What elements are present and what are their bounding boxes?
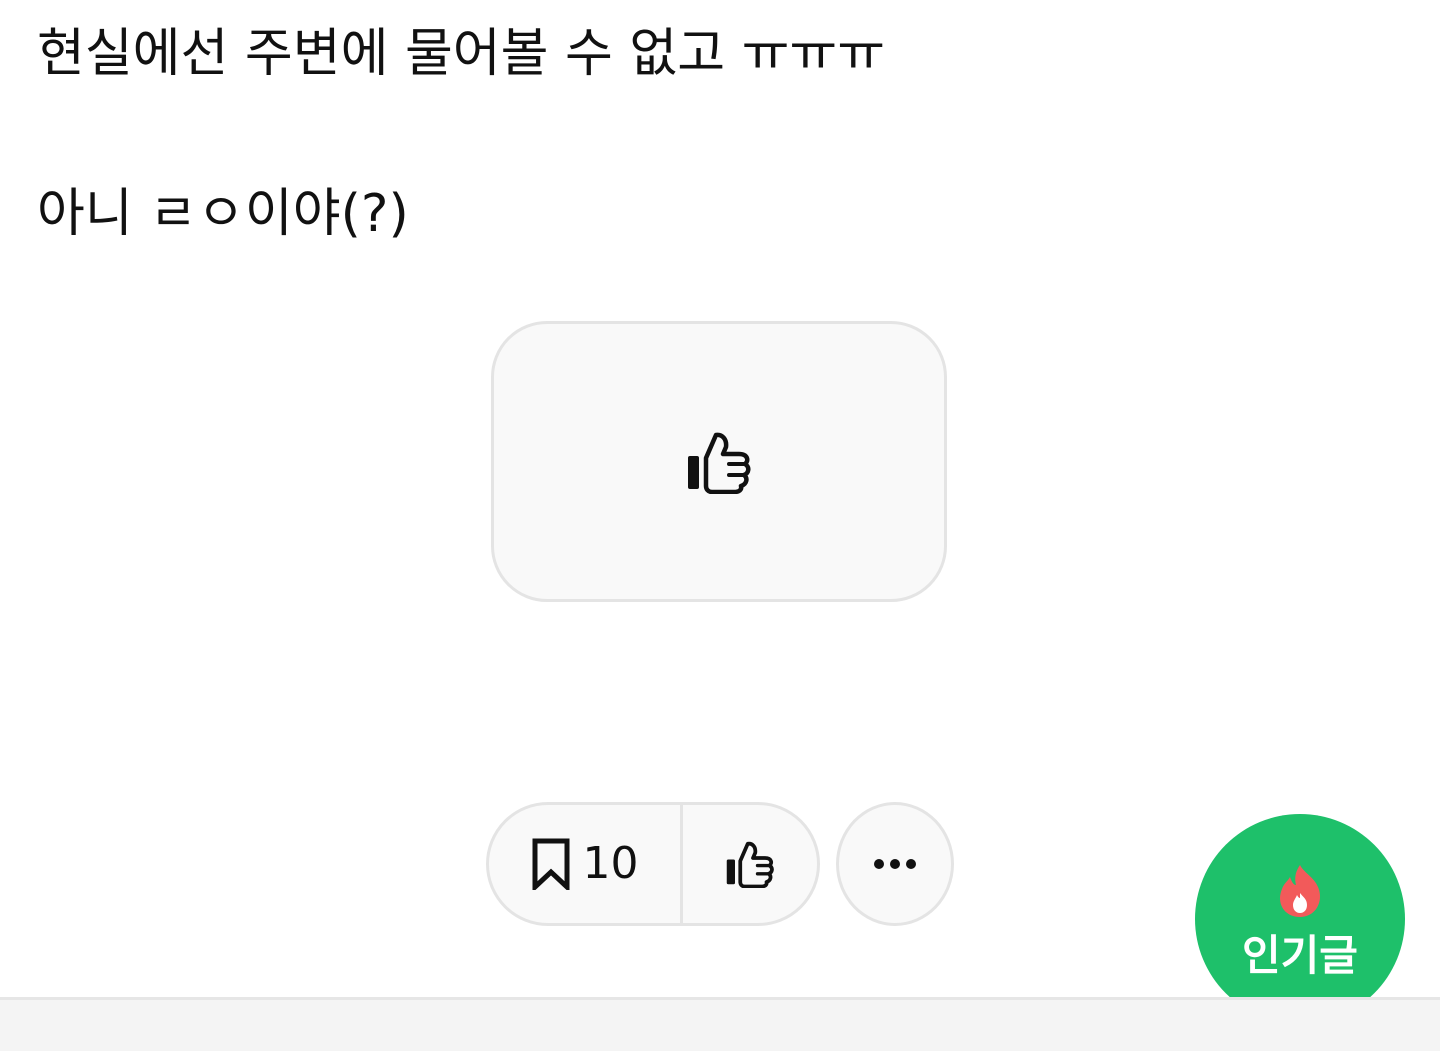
bookmark-button[interactable]: 10 — [489, 805, 683, 923]
bottom-bar — [0, 997, 1440, 1051]
popular-posts-button[interactable]: 인기글 — [1195, 814, 1405, 1024]
bookmark-count: 10 — [582, 838, 639, 889]
like-button[interactable] — [491, 321, 947, 602]
like-button-small[interactable] — [683, 805, 817, 923]
post-text-line: 아니 ㄹㅇ이야(?) — [37, 184, 409, 244]
thumbs-up-icon — [726, 841, 774, 888]
post-action-bar: 10 — [486, 802, 820, 926]
more-options-button[interactable] — [836, 802, 954, 926]
thumbs-up-icon — [688, 432, 751, 494]
flame-icon — [1280, 865, 1320, 917]
post-text-line: 현실에선 주변에 물어볼 수 없고 ㅠㅠㅠ — [37, 24, 886, 84]
more-horizontal-icon — [874, 859, 916, 869]
popular-posts-label: 인기글 — [1242, 931, 1358, 980]
post-detail-page: 현실에선 주변에 물어볼 수 없고 ㅠㅠㅠ 아니 ㄹㅇ이야(?) 10 인기글 — [0, 0, 1440, 1051]
bookmark-icon — [532, 838, 569, 890]
